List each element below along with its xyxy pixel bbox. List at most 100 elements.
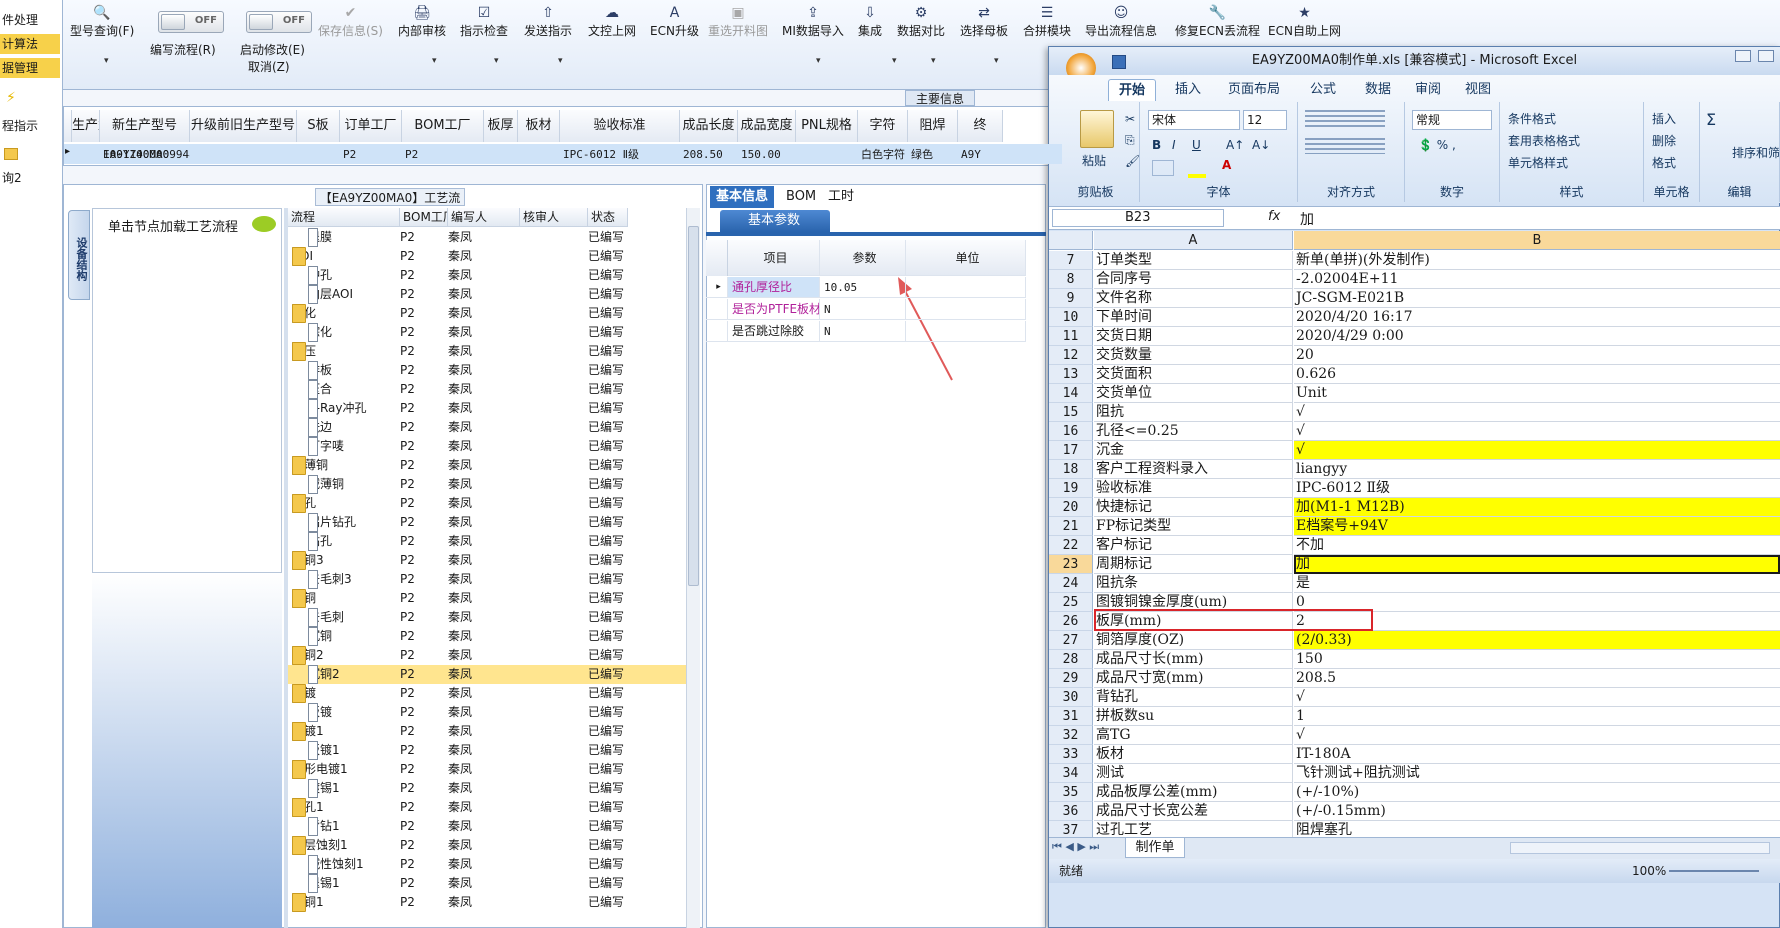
maximize-button[interactable] <box>1758 50 1774 62</box>
cell-a[interactable]: 阻抗 <box>1094 403 1293 422</box>
row-number[interactable]: 20 <box>1049 498 1093 517</box>
tree-row[interactable]: 背钻1 P2 秦凤 已编写 <box>288 817 686 836</box>
row-number[interactable]: 26 <box>1049 612 1093 631</box>
row-number[interactable]: 22 <box>1049 536 1093 555</box>
main-grid-cell[interactable] <box>518 144 560 166</box>
tree-row[interactable]: −钻孔1P2 秦凤 已编写 <box>288 798 686 817</box>
tree-row[interactable]: 减薄铜 P2 秦凤 已编写 <box>288 475 686 494</box>
tree-node[interactable]: −沉铜 <box>292 589 400 608</box>
row-number[interactable]: 33 <box>1049 745 1093 764</box>
main-grid-cell[interactable]: P2 <box>340 144 402 166</box>
tree-node[interactable]: 钻孔 <box>308 532 400 551</box>
tree-node[interactable]: −减薄铜 <box>292 456 400 475</box>
tree-node[interactable]: 铣边 <box>308 418 400 437</box>
tab-bom[interactable]: BOM <box>780 186 822 208</box>
tree-header[interactable]: 核审人 <box>520 208 588 227</box>
main-grid-header[interactable]: 板材 <box>518 110 560 142</box>
fx-icon[interactable]: fx <box>1268 209 1280 224</box>
param-value[interactable]: N <box>820 299 906 320</box>
tree-node[interactable]: −电镀1 <box>292 722 400 741</box>
tree-scrollbar[interactable] <box>686 208 700 928</box>
param-item[interactable]: 是否为PTFE板材 <box>728 299 820 320</box>
cell-b[interactable]: 208.5 <box>1294 669 1780 688</box>
tree-header[interactable]: 状态 <box>588 208 628 227</box>
row-number[interactable]: 31 <box>1049 707 1093 726</box>
cell-b[interactable]: 1 <box>1294 707 1780 726</box>
cell-a[interactable]: 孔径<=0.25 <box>1094 422 1293 441</box>
main-grid-header[interactable]: 新生产型号 <box>100 110 190 142</box>
cell-a[interactable]: 下单时间 <box>1094 308 1293 327</box>
row-number[interactable]: 23 <box>1049 555 1093 574</box>
main-grid-cell[interactable] <box>796 144 858 166</box>
tree-node[interactable]: −沉铜2 <box>292 646 400 665</box>
tree-node[interactable]: 退锡1 <box>308 874 400 893</box>
zoom-slider[interactable] <box>1669 870 1759 872</box>
cell-a[interactable]: FP标记类型 <box>1094 517 1293 536</box>
dropdown-arrow-icon[interactable]: ▾ <box>494 56 499 66</box>
main-grid-header[interactable]: 生产型号 <box>72 110 100 142</box>
tree-node[interactable]: 冲孔 <box>308 266 400 285</box>
formula-content[interactable]: 加 <box>1300 209 1314 229</box>
cell-b[interactable]: 阻焊塞孔 <box>1294 821 1780 837</box>
row-number[interactable]: 9 <box>1049 289 1093 308</box>
toolbar-button-14[interactable]: 🔧 修复ECN丢流程 <box>1175 4 1260 39</box>
tree-row[interactable]: −沉铜P2 秦凤 已编写 <box>288 589 686 608</box>
row-number[interactable]: 35 <box>1049 783 1093 802</box>
cell-b[interactable]: √ <box>1294 422 1780 441</box>
dropdown-arrow-icon[interactable]: ▾ <box>816 56 821 66</box>
toolbar-button-2[interactable]: 🖨 内部审核 <box>398 4 446 39</box>
tree-node[interactable]: 减薄铜 <box>308 475 400 494</box>
tree-row[interactable]: 沉铜 P2 秦凤 已编写 <box>288 627 686 646</box>
column-header-b[interactable]: B <box>1294 231 1780 250</box>
cell-b[interactable]: 0.626 <box>1294 365 1780 384</box>
cell-a[interactable]: 客户工程资料录入 <box>1094 460 1293 479</box>
tree-header[interactable]: 编写人 <box>448 208 520 227</box>
tree-node[interactable]: 板镀 <box>308 703 400 722</box>
main-grid-cell[interactable] <box>484 144 518 166</box>
row-number[interactable]: 7 <box>1049 251 1093 270</box>
tree-node[interactable]: −外层蚀刻1 <box>292 836 400 855</box>
tree-row[interactable]: 棕化 P2 秦凤 已编写 <box>288 323 686 342</box>
row-number[interactable]: 13 <box>1049 365 1093 384</box>
tree-node[interactable]: −钻孔1 <box>292 798 400 817</box>
row-number[interactable]: 10 <box>1049 308 1093 327</box>
main-grid-cell[interactable]: P2 <box>402 144 484 166</box>
tree-row[interactable]: 碱性蚀刻1 P2 秦凤 已编写 <box>288 855 686 874</box>
row-number[interactable]: 27 <box>1049 631 1093 650</box>
toolbar-button-8[interactable]: ⇪ MI数据导入 <box>782 4 844 39</box>
main-grid-header[interactable]: 字符 <box>858 110 908 142</box>
nav-item-2[interactable]: 据管理 <box>0 58 60 78</box>
tree-row[interactable]: −电镀P2 秦凤 已编写 <box>288 684 686 703</box>
tree-node[interactable]: −沉铜1 <box>292 893 400 912</box>
toolbar-button-5[interactable]: ☁ 文控上网 <box>588 4 636 39</box>
column-header-a[interactable]: A <box>1094 231 1293 250</box>
cell-a[interactable]: 铜箔厚度(OZ) <box>1094 631 1293 650</box>
row-number[interactable]: 11 <box>1049 327 1093 346</box>
toolbar-button-9[interactable]: ⇩ 集成 <box>858 4 882 39</box>
cell-a[interactable]: 订单类型 <box>1094 251 1293 270</box>
tree-node[interactable]: 内层AOI <box>308 285 400 304</box>
main-grid-cell[interactable]: A9Y <box>958 144 1003 166</box>
cell-a[interactable]: 成品板厚公差(mm) <box>1094 783 1293 802</box>
main-grid-header[interactable]: 板厚 <box>484 110 518 142</box>
cell-b[interactable]: 是 <box>1294 574 1780 593</box>
tree-node[interactable]: −AOI <box>292 247 400 266</box>
cell-b[interactable]: Unit <box>1294 384 1780 403</box>
tree-node[interactable]: 排板 <box>308 361 400 380</box>
cell-b[interactable]: JC-SGM-E021B <box>1294 289 1780 308</box>
tree-row[interactable]: −减薄铜P2 秦凤 已编写 <box>288 456 686 475</box>
cell-b[interactable]: 不加 <box>1294 536 1780 555</box>
row-number[interactable]: 24 <box>1049 574 1093 593</box>
cell-b[interactable]: 20 <box>1294 346 1780 365</box>
tree-row[interactable]: −AOIP2 秦凤 已编写 <box>288 247 686 266</box>
dropdown-arrow-icon[interactable]: ▾ <box>994 56 999 66</box>
cell-a[interactable]: 交货单位 <box>1094 384 1293 403</box>
toolbar-button-13[interactable]: ☺ 导出流程信息 <box>1085 4 1157 39</box>
tree-row[interactable]: 内层AOI P2 秦凤 已编写 <box>288 285 686 304</box>
sheet-nav-arrows[interactable]: ⏮ ◀ ▶ ⏭ <box>1052 840 1099 854</box>
row-number[interactable]: 36 <box>1049 802 1093 821</box>
toolbar-button-11[interactable]: ⇄ 选择母板 <box>960 4 1008 39</box>
ribbon-tab[interactable]: 数据 <box>1355 79 1401 101</box>
main-grid-header[interactable]: BOM工厂 <box>402 110 484 142</box>
cell-a[interactable]: 合同序号 <box>1094 270 1293 289</box>
